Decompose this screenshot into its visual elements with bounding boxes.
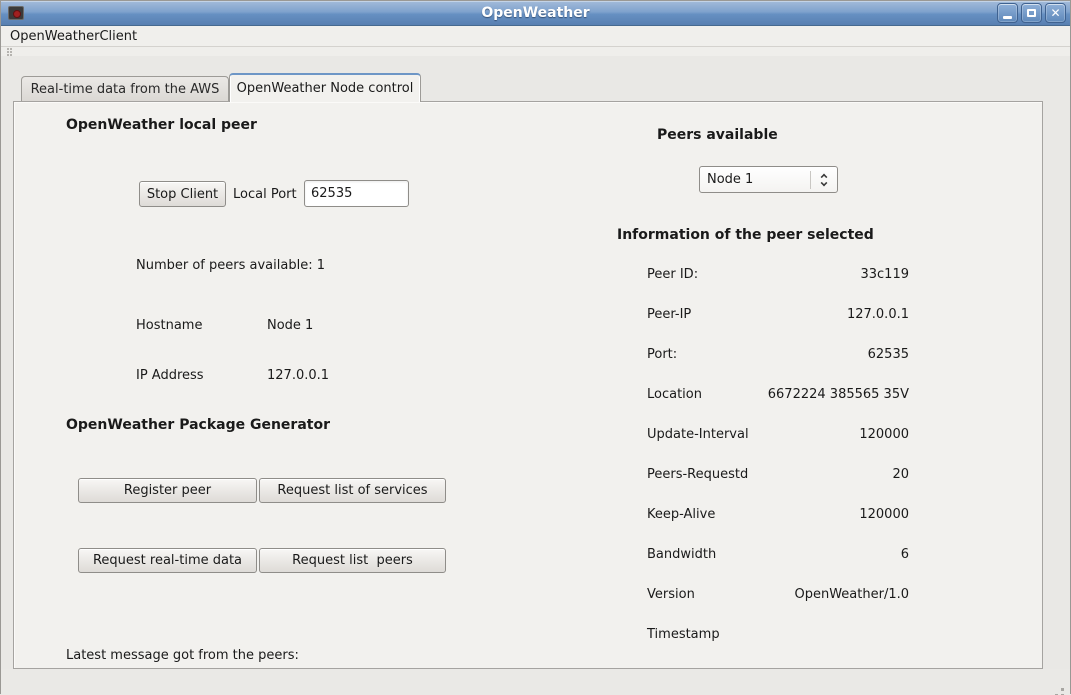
info-value: 120000 <box>749 427 909 443</box>
resize-grip[interactable] <box>1061 688 1064 691</box>
info-row-timestamp: Timestamp <box>647 627 909 643</box>
info-row-keep-alive: Keep-Alive 120000 <box>647 507 909 523</box>
info-value: 6 <box>716 547 909 563</box>
info-row-location: Location 6672224 385565 35V <box>647 387 909 403</box>
local-port-input[interactable] <box>304 180 409 207</box>
info-value: 120000 <box>715 507 909 523</box>
info-label: Bandwidth <box>647 547 716 563</box>
info-row-version: Version OpenWeather/1.0 <box>647 587 909 603</box>
ip-address-label: IP Address <box>136 368 204 383</box>
peer-select-value: Node 1 <box>700 172 810 187</box>
close-icon: ✕ <box>1050 7 1060 19</box>
maximize-icon <box>1027 9 1036 17</box>
peer-select-combobox[interactable]: Node 1 <box>699 166 838 193</box>
toolbar-strip <box>1 47 1070 56</box>
request-realtime-button[interactable]: Request real-time data <box>78 548 257 573</box>
info-value <box>720 627 909 643</box>
minimize-icon <box>1003 16 1012 19</box>
status-strip <box>1 669 1070 695</box>
peers-available-heading: Peers available <box>657 127 778 143</box>
info-label: Peer ID: <box>647 267 698 283</box>
info-value: 6672224 385565 35V <box>702 387 909 403</box>
request-services-button[interactable]: Request list of services <box>259 478 446 503</box>
ip-address-value: 127.0.0.1 <box>267 368 329 383</box>
menu-openweatherclient[interactable]: OpenWeatherClient <box>1 26 146 46</box>
toolbar-grip-icon[interactable] <box>7 48 9 50</box>
local-peer-heading: OpenWeather local peer <box>66 117 257 133</box>
register-peer-button[interactable]: Register peer <box>78 478 257 503</box>
hostname-value: Node 1 <box>267 318 313 333</box>
hostname-label: Hostname <box>136 318 202 333</box>
info-label: Version <box>647 587 695 603</box>
info-value: OpenWeather/1.0 <box>695 587 909 603</box>
info-label: Timestamp <box>647 627 720 643</box>
info-row-peer-id: Peer ID: 33c119 <box>647 267 909 283</box>
titlebar[interactable]: OpenWeather ✕ <box>1 1 1070 26</box>
app-window: OpenWeather ✕ OpenWeatherClient Real-tim… <box>0 0 1071 694</box>
info-row-update-interval: Update-Interval 120000 <box>647 427 909 443</box>
stop-client-button[interactable]: Stop Client <box>139 181 226 207</box>
request-peers-button[interactable]: Request list peers <box>259 548 446 573</box>
info-label: Location <box>647 387 702 403</box>
info-row-port: Port: 62535 <box>647 347 909 363</box>
local-port-label: Local Port <box>233 187 297 202</box>
info-value: 33c119 <box>698 267 909 283</box>
info-row-peers-requested: Peers-Requestd 20 <box>647 467 909 483</box>
package-generator-heading: OpenWeather Package Generator <box>66 417 330 433</box>
peers-count-text: Number of peers available: 1 <box>136 258 325 273</box>
info-label: Port: <box>647 347 677 363</box>
node-control-page: OpenWeather local peer Stop Client Local… <box>13 101 1043 669</box>
close-button[interactable]: ✕ <box>1045 3 1066 23</box>
tab-node-control[interactable]: OpenWeather Node control <box>229 73 421 102</box>
info-label: Peers-Requestd <box>647 467 748 483</box>
info-value: 127.0.0.1 <box>691 307 909 323</box>
peer-info-heading: Information of the peer selected <box>617 227 874 243</box>
window-title: OpenWeather <box>1 5 1070 21</box>
info-label: Peer-IP <box>647 307 691 323</box>
info-label: Keep-Alive <box>647 507 715 523</box>
info-row-peer-ip: Peer-IP 127.0.0.1 <box>647 307 909 323</box>
minimize-button[interactable] <box>997 3 1018 23</box>
info-label: Update-Interval <box>647 427 749 443</box>
combobox-arrows-icon <box>811 174 837 186</box>
maximize-button[interactable] <box>1021 3 1042 23</box>
info-value: 62535 <box>677 347 909 363</box>
info-row-bandwidth: Bandwidth 6 <box>647 547 909 563</box>
tab-realtime-aws[interactable]: Real-time data from the AWS <box>21 76 229 101</box>
menubar: OpenWeatherClient <box>1 26 1070 47</box>
info-value: 20 <box>748 467 909 483</box>
latest-message-label: Latest message got from the peers: <box>66 648 299 663</box>
